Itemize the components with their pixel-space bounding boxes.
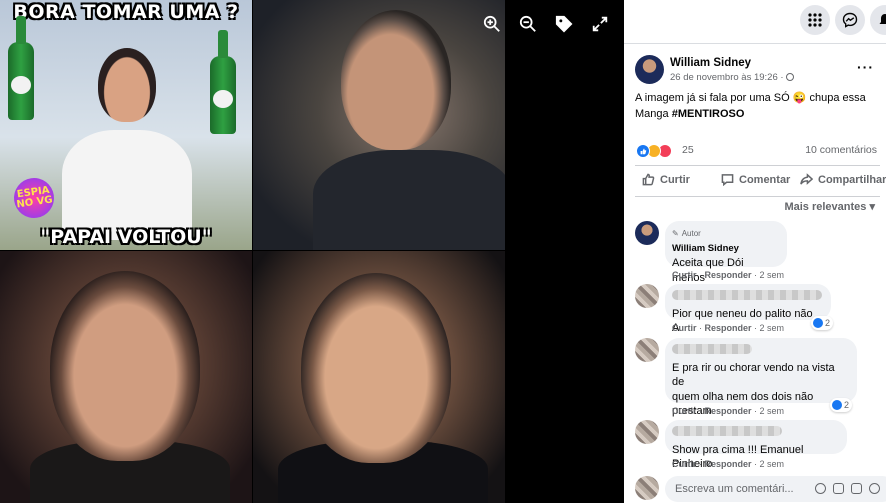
like-reaction-icon — [813, 318, 823, 328]
sort-label: Mais relevantes — [784, 201, 867, 213]
tag-icon[interactable] — [552, 12, 576, 36]
commenter-avatar[interactable] — [635, 338, 659, 362]
like-button[interactable]: Curtir — [642, 173, 690, 186]
post-actions: Curtir Comentar Compartilhar — [635, 170, 886, 192]
post-text-line: Manga #MENTIROSO — [635, 108, 745, 120]
commenter-avatar[interactable] — [635, 221, 659, 245]
zoom-in-icon[interactable] — [480, 12, 504, 36]
meme-bottom-text: "PAPAI VOLTOU" — [40, 226, 212, 248]
comment-like-link[interactable]: Curtir — [672, 459, 697, 469]
post-timestamp[interactable]: 26 de novembro às 19:26 · — [670, 72, 795, 83]
man-head — [301, 273, 451, 463]
commenter-name-redacted[interactable] — [672, 344, 752, 354]
reaction-count[interactable]: 25 — [682, 144, 694, 156]
comment-meta: Curtir · Responder · 2 sem — [672, 459, 785, 469]
camera-icon[interactable] — [833, 483, 844, 494]
comment-like-count[interactable]: 2 — [811, 316, 834, 330]
comment-like-link[interactable]: Curtir — [672, 270, 697, 280]
post-text-line: A imagem já si fala por uma SÓ 😜 chupa e… — [635, 92, 866, 104]
comment-bubble: Show pra cima !!! Emanuel Pinheiro — [665, 420, 847, 470]
gif-icon[interactable] — [851, 483, 862, 494]
top-bar — [624, 0, 886, 44]
comment-reply-link[interactable]: Responder — [705, 323, 752, 333]
like-reaction-icon — [832, 400, 842, 410]
comment-like-link[interactable]: Curtir — [672, 323, 697, 333]
share-button-label: Compartilhar — [818, 173, 886, 186]
share-button[interactable]: Compartilhar — [800, 173, 886, 186]
photo-viewer[interactable]: BORA TOMAR UMA ? ESPIA NO VG "PAPAI VOLT… — [0, 0, 624, 503]
commenter-name[interactable]: William Sidney — [672, 242, 777, 257]
beer-bottle-right — [210, 30, 236, 134]
author-badge: ✎ Autor — [672, 227, 777, 242]
photo-tile-4 — [253, 251, 505, 503]
comment-button-label: Comentar — [739, 173, 791, 186]
man-head — [341, 10, 451, 150]
photo-tile-2 — [253, 0, 505, 250]
beer-bottle-left — [8, 16, 34, 120]
like-button-label: Curtir — [660, 173, 690, 186]
comment-meta: Curtir · Responder · 2 sem — [672, 406, 785, 416]
commenter-avatar[interactable] — [635, 284, 659, 308]
reactions-bar[interactable]: 25 10 comentários — [636, 143, 877, 159]
notifications-bell-icon[interactable] — [870, 5, 886, 35]
comment-reply-link[interactable]: Responder — [705, 270, 752, 280]
man-head — [98, 48, 156, 122]
hashtag-link[interactable]: #MENTIROSO — [672, 108, 745, 120]
author-avatar[interactable] — [635, 55, 664, 84]
fullscreen-icon[interactable] — [588, 12, 612, 36]
meme-top-text: BORA TOMAR UMA ? — [13, 1, 239, 23]
comment-button[interactable]: Comentar — [721, 173, 790, 186]
comment-age[interactable]: 2 sem — [760, 406, 785, 416]
divider — [635, 196, 880, 197]
globe-icon — [786, 73, 795, 81]
comment-composer: Escreva um comentári... — [635, 474, 886, 502]
comment-age[interactable]: 2 sem — [760, 270, 785, 280]
comment-icon — [721, 174, 734, 186]
comment-reply-link[interactable]: Responder — [705, 459, 752, 469]
comment-bubble: ✎ Autor William Sidney Aceita que Dói men… — [665, 221, 787, 284]
comment-reply-link[interactable]: Responder — [705, 406, 752, 416]
photo-collage: BORA TOMAR UMA ? ESPIA NO VG "PAPAI VOLT… — [0, 0, 505, 503]
messenger-icon[interactable] — [835, 5, 865, 35]
comment-like-link[interactable]: Curtir — [672, 406, 697, 416]
comment-text-line: E pra rir ou chorar vendo na vista de — [672, 361, 835, 389]
zoom-out-icon[interactable] — [516, 12, 540, 36]
author-name[interactable]: William Sidney — [670, 57, 751, 69]
comment-age[interactable]: 2 sem — [760, 459, 785, 469]
man-shirt — [62, 130, 192, 240]
comment-count[interactable]: 10 comentários — [805, 144, 877, 156]
comment-meta: Curtir · Responder · 2 sem — [672, 270, 785, 280]
composer-icons — [815, 483, 880, 494]
man-head — [50, 271, 200, 461]
post-panel: William Sidney 26 de novembro às 19:26 ·… — [624, 0, 886, 503]
commenter-name-redacted[interactable] — [672, 426, 782, 436]
menu-grid-icon[interactable] — [800, 5, 830, 35]
comment-bubble: Pior que neneu do palito não A — [665, 284, 831, 334]
comment-like-count[interactable]: 2 — [830, 398, 853, 412]
comment-sort-dropdown[interactable]: Mais relevantes ▾ — [784, 200, 875, 213]
pencil-icon: ✎ — [672, 229, 679, 238]
caret-down-icon: ▾ — [869, 201, 875, 213]
post-author-row: William Sidney 26 de novembro às 19:26 ·… — [635, 55, 880, 89]
suit — [313, 150, 505, 250]
comment-meta: Curtir · Responder · 2 sem — [672, 323, 785, 333]
post-text: A imagem já si fala por uma SÓ 😜 chupa e… — [635, 90, 880, 122]
comment-text-line: quem olha nem dos dois não — [672, 390, 814, 403]
emoji-icon[interactable] — [815, 483, 826, 494]
espia-logo: ESPIA NO VG — [11, 175, 57, 221]
photo-tile-3 — [0, 251, 252, 503]
more-options-icon[interactable]: ··· — [857, 59, 874, 75]
comment-age[interactable]: 2 sem — [760, 323, 785, 333]
viewer-toolbar — [480, 12, 612, 36]
divider — [635, 165, 880, 166]
sticker-icon[interactable] — [869, 483, 880, 494]
thumbs-up-icon — [642, 173, 655, 186]
like-reaction-icon — [636, 144, 650, 158]
share-icon — [800, 173, 813, 185]
meme-tile: BORA TOMAR UMA ? ESPIA NO VG "PAPAI VOLT… — [0, 0, 252, 250]
commenter-avatar[interactable] — [635, 420, 659, 444]
comment-bubble: E pra rir ou chorar vendo na vista de qu… — [665, 338, 857, 417]
current-user-avatar[interactable] — [635, 476, 659, 500]
commenter-name-redacted[interactable] — [672, 290, 822, 300]
